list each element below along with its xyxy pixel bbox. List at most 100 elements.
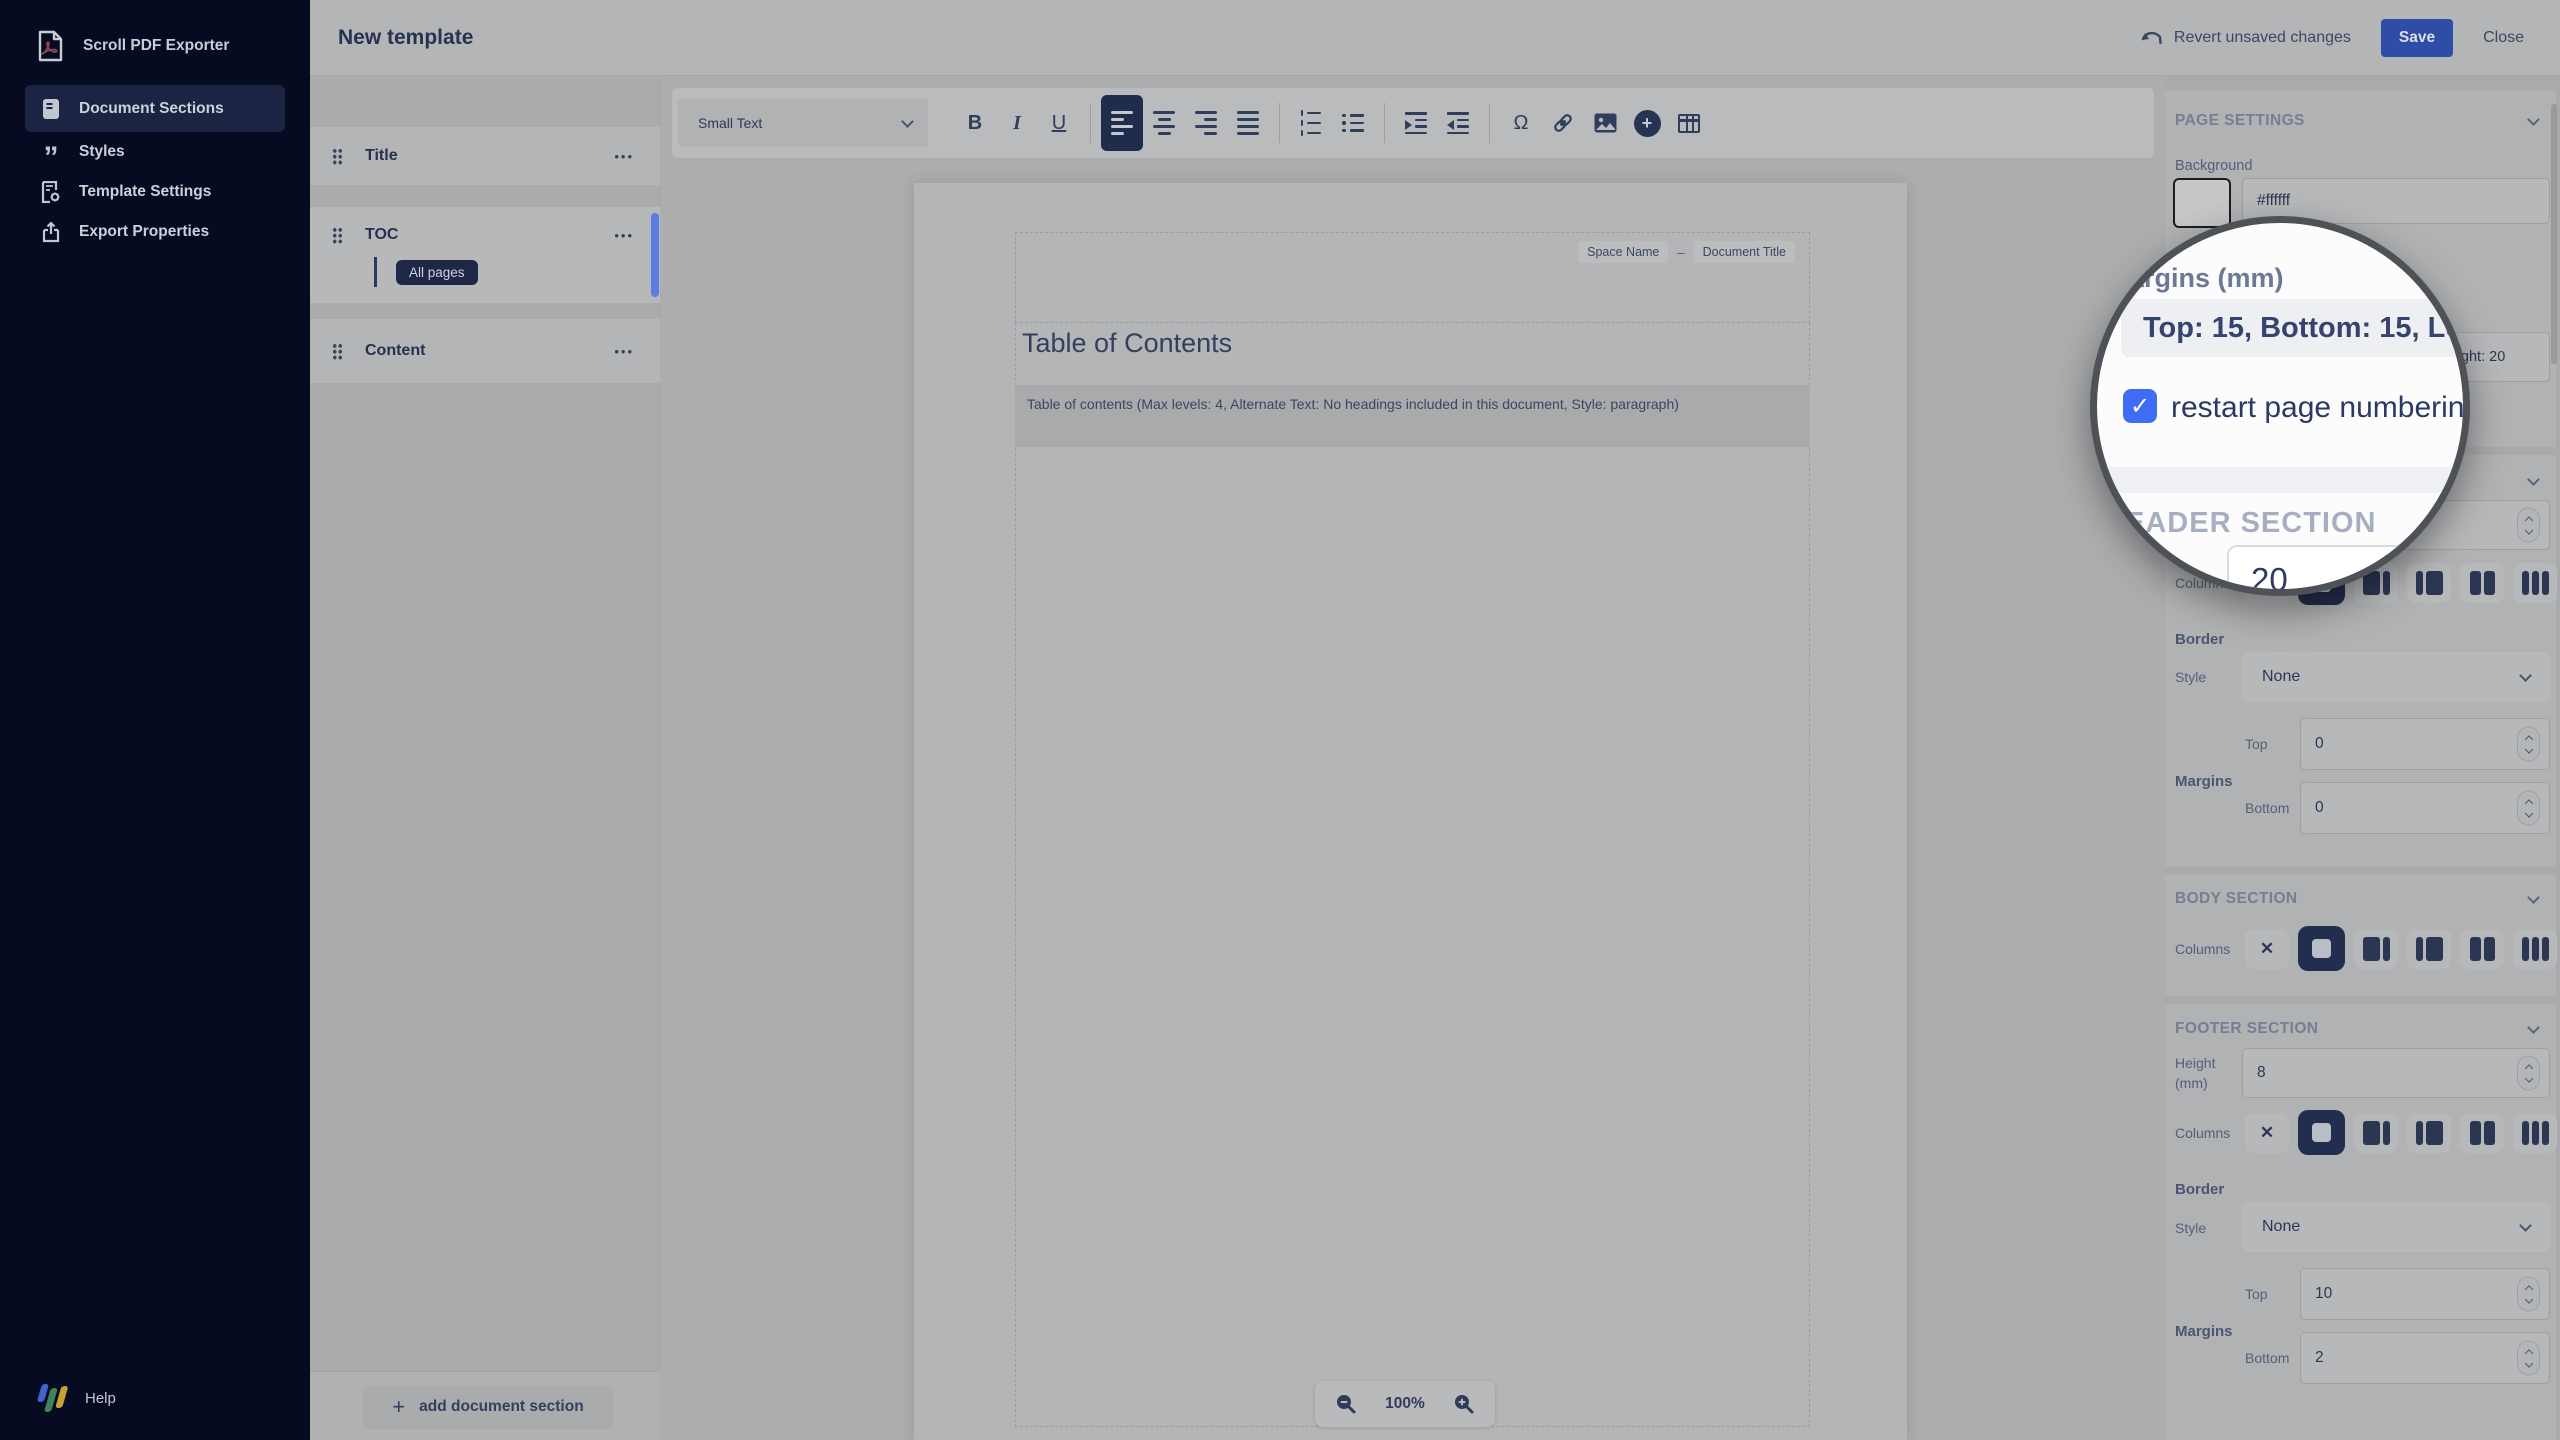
- sidebar-item-export-properties[interactable]: Export Properties: [25, 212, 285, 252]
- zoom-out-button[interactable]: [1335, 1393, 1357, 1415]
- indent-decrease-button[interactable]: [1437, 99, 1479, 147]
- footer-border-style-select[interactable]: None: [2242, 1202, 2550, 1252]
- sidebar-item-label: Document Sections: [79, 100, 224, 118]
- stepper-control[interactable]: [2517, 508, 2540, 543]
- bullet-list-button[interactable]: [1332, 99, 1374, 147]
- header-margin-top-input[interactable]: 0: [2300, 718, 2550, 770]
- footer-section-card: FOOTER SECTION Height (mm) 8 Columns ✕ B…: [2165, 1004, 2556, 1440]
- card-title: PAGE SETTINGS: [2175, 112, 2305, 130]
- columns-main-right-button[interactable]: [2354, 929, 2398, 969]
- footer-section-header[interactable]: FOOTER SECTION: [2175, 1020, 2538, 1038]
- ordered-list-icon: [1301, 110, 1322, 136]
- align-left-button[interactable]: [1101, 95, 1143, 151]
- indent-increase-icon: [1405, 112, 1427, 134]
- ordered-list-button[interactable]: [1290, 99, 1332, 147]
- sidebar-item-document-sections[interactable]: Document Sections: [25, 85, 285, 132]
- image-icon: [1594, 113, 1617, 133]
- align-right-button[interactable]: [1185, 99, 1227, 147]
- save-button[interactable]: Save: [2381, 19, 2453, 57]
- section-menu-icon[interactable]: •••: [614, 344, 634, 359]
- toc-heading[interactable]: Table of Contents: [1022, 328, 1232, 359]
- section-menu-icon[interactable]: •••: [614, 228, 634, 243]
- background-color-swatch[interactable]: [2173, 178, 2231, 228]
- page-body-region[interactable]: [1015, 323, 1810, 1427]
- toc-placeholder-block[interactable]: Table of contents (Max levels: 4, Altern…: [1015, 385, 1810, 447]
- stepper-control[interactable]: [2517, 1277, 2540, 1312]
- document-gear-icon: [39, 181, 63, 203]
- border-style-value: None: [2262, 668, 2300, 686]
- header-border-style-select[interactable]: None: [2242, 652, 2550, 702]
- lens-restart-checkbox[interactable]: ✓: [2123, 389, 2157, 423]
- bottom-label: Bottom: [2245, 800, 2289, 816]
- document-page-preview[interactable]: Space Name – Document Title Table of Con…: [914, 183, 1907, 1440]
- columns-single-button[interactable]: [2298, 1110, 2345, 1155]
- x-icon: ✕: [2260, 939, 2274, 959]
- stepper-control[interactable]: [2517, 727, 2540, 762]
- panel-scrollbar-thumb[interactable]: [2551, 104, 2557, 364]
- plus-icon: +: [392, 1394, 405, 1420]
- columns-single-button[interactable]: [2298, 926, 2345, 971]
- section-row-toc[interactable]: TOC ••• All pages: [310, 207, 660, 303]
- section-row-content[interactable]: Content •••: [310, 319, 660, 383]
- editor-area: Small Text B I U: [661, 76, 2165, 1440]
- columns-left-main-button[interactable]: [2407, 1113, 2451, 1153]
- zoom-in-button[interactable]: [1453, 1393, 1475, 1415]
- lens-margins-summary: Top: 15, Bottom: 15, Left: 2: [2121, 299, 2470, 357]
- help-button[interactable]: Help: [38, 1384, 116, 1412]
- border-label: Border: [2175, 631, 2224, 648]
- text-style-dropdown[interactable]: Small Text: [678, 99, 928, 147]
- columns-left-main-button[interactable]: [2407, 929, 2451, 969]
- columns-three-button[interactable]: [2513, 563, 2557, 603]
- page-header-region[interactable]: Space Name – Document Title: [1015, 232, 1810, 323]
- two-column-icon: [2470, 937, 2495, 961]
- indent-increase-button[interactable]: [1395, 99, 1437, 147]
- drag-handle-icon[interactable]: [332, 343, 343, 360]
- body-section-header[interactable]: BODY SECTION: [2175, 890, 2538, 908]
- check-icon: ✓: [2130, 392, 2150, 421]
- columns-none-button[interactable]: ✕: [2245, 1113, 2289, 1153]
- help-label: Help: [85, 1390, 116, 1407]
- align-center-button[interactable]: [1143, 99, 1185, 147]
- section-menu-icon[interactable]: •••: [614, 149, 634, 164]
- columns-none-button[interactable]: ✕: [2245, 929, 2289, 969]
- insert-macro-button[interactable]: +: [1626, 99, 1668, 147]
- sidebar-item-template-settings[interactable]: Template Settings: [25, 172, 285, 212]
- drag-handle-icon[interactable]: [332, 227, 343, 244]
- footer-margin-bottom-input[interactable]: 2: [2300, 1332, 2550, 1384]
- revert-button[interactable]: Revert unsaved changes: [2140, 29, 2351, 47]
- columns-main-right-button[interactable]: [2354, 1113, 2398, 1153]
- columns-two-button[interactable]: [2460, 563, 2504, 603]
- document-title-chip[interactable]: Document Title: [1694, 241, 1795, 263]
- page-settings-header[interactable]: PAGE SETTINGS: [2175, 112, 2538, 130]
- style-label: Style: [2175, 1220, 2206, 1236]
- special-character-button[interactable]: Ω: [1500, 99, 1542, 147]
- stepper-control[interactable]: [2517, 1056, 2540, 1091]
- align-justify-button[interactable]: [1227, 99, 1269, 147]
- stepper-control[interactable]: [2517, 1341, 2540, 1376]
- footer-columns-options: ✕: [2245, 1110, 2557, 1155]
- columns-three-button[interactable]: [2513, 1113, 2557, 1153]
- columns-two-button[interactable]: [2460, 929, 2504, 969]
- stepper-control[interactable]: [2517, 791, 2540, 826]
- top-label: Top: [2245, 1286, 2268, 1302]
- close-button[interactable]: Close: [2483, 29, 2524, 47]
- table-button[interactable]: [1668, 99, 1710, 147]
- sidebar-item-styles[interactable]: ” Styles: [25, 132, 285, 172]
- footer-height-input[interactable]: 8: [2242, 1048, 2550, 1098]
- space-name-chip[interactable]: Space Name: [1578, 241, 1668, 263]
- margin-top-value: 0: [2315, 735, 2324, 753]
- underline-button[interactable]: U: [1038, 99, 1080, 147]
- columns-two-button[interactable]: [2460, 1113, 2504, 1153]
- columns-three-button[interactable]: [2513, 929, 2557, 969]
- section-row-title[interactable]: Title •••: [310, 127, 660, 185]
- image-button[interactable]: [1584, 99, 1626, 147]
- bold-button[interactable]: B: [954, 99, 996, 147]
- link-button[interactable]: [1542, 99, 1584, 147]
- lens-header-section-title: EADER SECTION: [2125, 507, 2376, 540]
- chevron-down-icon: [2527, 473, 2540, 486]
- header-margin-bottom-input[interactable]: 0: [2300, 782, 2550, 834]
- footer-margin-top-input[interactable]: 10: [2300, 1268, 2550, 1320]
- italic-button[interactable]: I: [996, 99, 1038, 147]
- drag-handle-icon[interactable]: [332, 148, 343, 165]
- add-document-section-button[interactable]: + add document section: [363, 1385, 613, 1429]
